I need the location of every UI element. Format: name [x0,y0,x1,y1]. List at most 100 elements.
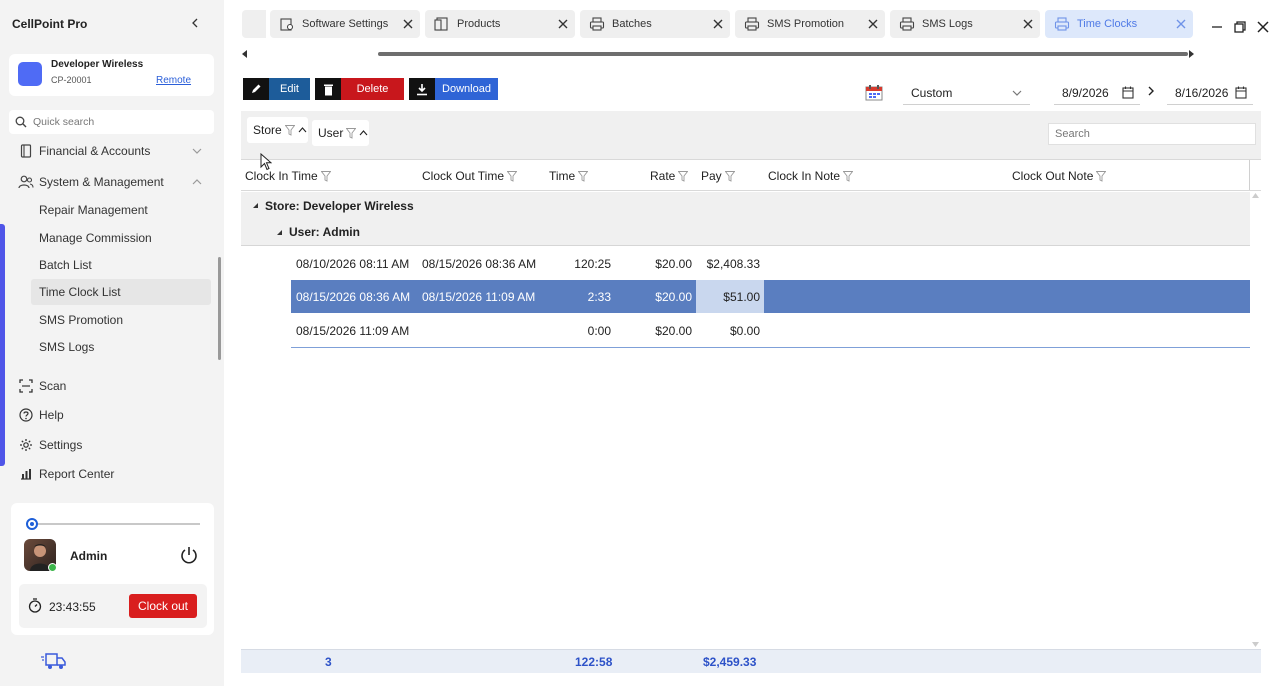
sidebar-item-repair-management[interactable]: Repair Management [31,197,211,223]
delete-button[interactable]: Delete [315,78,404,100]
delivery-truck-icon[interactable] [40,651,68,671]
group-row-store[interactable]: Store: Developer Wireless [241,192,1250,219]
tab-scrollbar-thumb[interactable] [378,52,1188,56]
sidebar-item-time-clock-list[interactable]: Time Clock List [31,279,211,305]
calendar-icon[interactable] [1235,86,1247,99]
column-header-clock-in-note[interactable]: Clock In Note [768,169,854,183]
sidebar-item-batch-list[interactable]: Batch List [31,252,211,278]
column-header-clock-out-note[interactable]: Clock Out Note [1012,169,1107,183]
filter-icon[interactable] [843,170,854,182]
cell-clock-in: 08/10/2026 08:11 AM [296,257,410,271]
filter-icon[interactable] [578,170,589,182]
store-card[interactable]: Developer Wireless CP-20001 Remote [9,54,214,96]
chevron-up-icon[interactable] [191,176,203,188]
scroll-down-icon[interactable] [1252,642,1259,647]
sort-ascending-icon[interactable] [359,130,368,136]
status-slider-knob[interactable] [26,518,38,530]
table-row[interactable]: 08/15/2026 11:09 AM 0:00 $20.00 $0.00 [291,314,1250,347]
nav-scan[interactable]: Scan [18,375,66,397]
calendar-icon[interactable] [1122,86,1134,99]
close-icon[interactable] [402,18,414,30]
tab-overflow-stub[interactable] [242,10,266,38]
filter-icon[interactable] [346,127,357,139]
column-header-clock-out-time[interactable]: Clock Out Time [422,169,518,183]
stopwatch-icon [28,598,42,613]
column-header-time[interactable]: Time [549,169,589,183]
column-header-pay[interactable]: Pay [701,169,735,183]
settings-doc-icon [280,18,294,31]
close-icon[interactable] [557,18,569,30]
sidebar-item-sms-logs[interactable]: SMS Logs [31,334,211,360]
filter-icon[interactable] [507,170,518,182]
avatar[interactable] [24,539,57,572]
nav-settings[interactable]: Settings [18,434,82,456]
grid-search-input[interactable] [1049,124,1255,144]
scroll-up-icon[interactable] [1252,193,1259,198]
sidebar-scrollbar[interactable] [218,257,221,360]
tab-products[interactable]: Products [425,10,575,38]
nav-label: System & Management [39,175,164,189]
restore-icon[interactable] [1233,20,1247,34]
filter-icon[interactable] [1096,170,1107,182]
filter-icon[interactable] [678,170,689,182]
tab-time-clocks[interactable]: Time Clocks [1045,10,1193,38]
tab-software-settings[interactable]: Software Settings [270,10,420,38]
book-icon [18,143,34,159]
clock-out-button[interactable]: Clock out [129,594,197,618]
close-icon[interactable] [1175,18,1187,30]
chevron-down-icon[interactable] [191,145,203,157]
online-status-dot [48,563,57,572]
cell-pay[interactable]: $51.00 [696,290,760,304]
nav-system-management[interactable]: System & Management [18,171,164,193]
column-label: Pay [701,169,722,183]
power-button[interactable] [179,545,199,565]
column-header-clock-in-time[interactable]: Clock In Time [245,169,331,183]
calendar-color-icon[interactable] [865,84,883,101]
collapse-triangle-icon[interactable] [276,229,283,236]
quick-search-input[interactable] [33,114,203,130]
filter-icon[interactable] [284,124,295,136]
minimize-icon[interactable] [1210,20,1224,34]
group-chip-store[interactable]: Store [247,117,308,143]
sidebar-item-label: Manage Commission [39,231,152,245]
date-to-field[interactable]: 8/16/2026 [1167,81,1253,105]
group-row-user[interactable]: User: Admin [241,219,1250,246]
table-row[interactable]: 08/10/2026 08:11 AM 08/15/2026 08:36 AM … [291,247,1250,280]
scroll-right-icon[interactable] [1188,50,1194,58]
date-from-field[interactable]: 8/9/2026 [1054,81,1140,105]
tab-sms-promotion[interactable]: SMS Promotion [735,10,885,38]
tab-sms-logs[interactable]: SMS Logs [890,10,1040,38]
date-range-select[interactable]: Custom [903,81,1030,105]
close-icon[interactable] [1022,18,1034,30]
nav-report-center[interactable]: Report Center [18,463,114,485]
sidebar-item-manage-commission[interactable]: Manage Commission [31,225,211,251]
cell-pay: $2,408.33 [706,257,760,271]
download-button[interactable]: Download [409,78,498,100]
column-header-rate[interactable]: Rate [650,169,689,183]
remote-link[interactable]: Remote [156,75,191,86]
table-row-selected[interactable]: 08/15/2026 08:36 AM 08/15/2026 11:09 AM … [291,280,1250,313]
filter-icon[interactable] [724,170,735,182]
user-name: Admin [70,549,108,563]
filter-icon[interactable] [320,170,331,182]
close-icon[interactable] [712,18,724,30]
nav-label: Scan [39,379,67,393]
group-chip-user[interactable]: User [312,120,369,146]
nav-help[interactable]: Help [18,404,64,426]
status-slider[interactable] [26,518,201,530]
tab-batches[interactable]: Batches [580,10,730,38]
collapse-sidebar-button[interactable] [186,14,204,32]
quick-search[interactable] [9,110,214,134]
grid-scrollbar[interactable] [1250,191,1261,649]
mouse-cursor-icon [260,153,272,171]
scroll-left-icon[interactable] [242,50,248,58]
collapse-triangle-icon[interactable] [252,202,259,209]
close-window-icon[interactable] [1256,20,1270,34]
grid-search[interactable] [1048,123,1256,145]
sidebar-item-sms-promotion[interactable]: SMS Promotion [31,307,211,333]
edit-button[interactable]: Edit [243,78,310,100]
tab-scrollbar[interactable] [240,50,1196,58]
nav-financial-accounts[interactable]: Financial & Accounts [18,140,150,162]
close-icon[interactable] [867,18,879,30]
sort-ascending-icon[interactable] [298,127,307,133]
